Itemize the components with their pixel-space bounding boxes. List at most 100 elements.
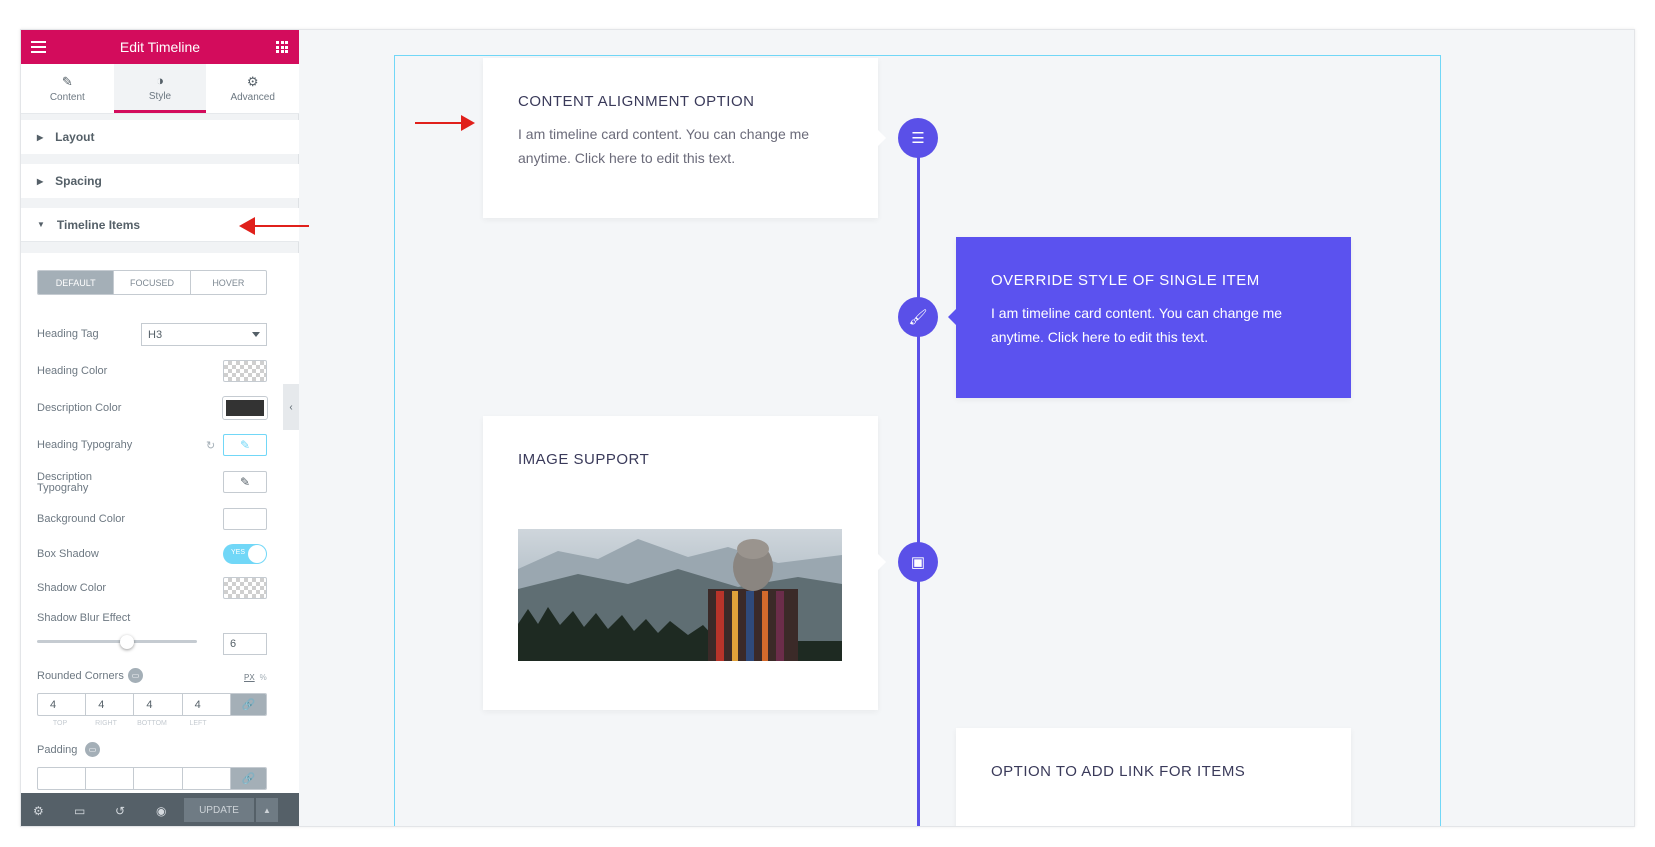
box-shadow-label: Box Shadow [37,548,99,560]
image-icon[interactable]: ▣ [898,542,938,582]
corner-bottom-label: BOTTOM [137,720,167,727]
corner-top-input[interactable]: 4 [38,694,87,715]
panel-header: Edit Timeline [21,30,299,64]
background-color-label: Background Color [37,513,126,525]
widgets-grid-icon[interactable] [276,41,288,53]
link-values-icon[interactable]: 🔗 [230,768,266,789]
tab-content[interactable]: ✎ Content [21,64,114,113]
box-shadow-toggle[interactable]: YES [223,544,267,564]
padding-label: Padding [37,744,78,756]
corner-bottom-input[interactable]: 4 [134,694,183,715]
align-left-icon[interactable]: ☰ [898,118,938,158]
timeline-card[interactable]: IMAGE SUPPORT [483,416,878,710]
heading-tag-value: H3 [148,328,163,341]
tab-style-label: Style [148,90,172,102]
annotation-arrow-head [239,217,255,235]
timeline-card-title: IMAGE SUPPORT [518,451,650,468]
mountain-landscape-image [518,539,842,661]
tab-advanced[interactable]: ⚙ Advanced [206,64,299,113]
padding-bottom-input[interactable] [134,768,183,789]
timeline-card[interactable]: CONTENT ALIGNMENT OPTION I am timeline c… [483,58,878,218]
unit-px[interactable]: PX [244,673,255,682]
hamburger-menu-icon[interactable] [31,41,46,53]
card-pointer [878,554,886,570]
editor-window: Edit Timeline ✎ Content ◑ Style ⚙ Advanc… [20,29,1635,827]
collapse-panel-icon[interactable]: ‹ [283,384,299,430]
state-focused-tab[interactable]: FOCUSED [114,271,191,294]
caret-down-icon: ▼ [37,220,45,229]
timeline-card-image [518,529,842,661]
card-pointer [948,309,956,325]
corner-right-input[interactable]: 4 [86,694,135,715]
section-spacing-label: Spacing [55,174,102,188]
unit-percent[interactable]: % [260,673,267,682]
corner-top-label: TOP [52,720,68,727]
responsive-mode-icon[interactable]: ▭ [74,804,115,818]
padding-inputs: 🔗 [37,767,267,790]
description-typography-edit-button[interactable]: ✎ [223,471,267,493]
link-values-icon[interactable]: 🔗 [230,694,266,715]
section-timeline-items-label: Timeline Items [56,217,141,232]
timeline-items-controls: DEFAULT FOCUSED HOVER Heading Tag H3 Hea… [21,253,299,793]
state-switcher: DEFAULT FOCUSED HOVER [37,270,267,295]
pencil-icon: ✎ [239,438,251,452]
caret-right-icon: ▶ [37,176,44,186]
rounded-corners-inputs: 4 4 4 4 🔗 [37,693,267,716]
gear-icon: ⚙ [246,74,259,89]
timeline-card-text: I am timeline card content. You can chan… [518,126,810,166]
shadow-blur-slider[interactable] [37,640,197,643]
shadow-blur-label: Shadow Blur Effect [37,612,131,624]
description-color-label: Description Color [37,402,122,414]
shadow-blur-slider-handle[interactable] [120,635,134,649]
brush-icon[interactable]: 🖌 [898,297,938,337]
heading-tag-select[interactable]: H3 [141,323,267,346]
responsive-desktop-icon[interactable]: ▭ [85,742,100,757]
rounded-corners-label: Rounded Corners [37,670,124,682]
timeline-card[interactable]: OPTION TO ADD LINK FOR ITEMS [956,728,1351,826]
chevron-up-icon[interactable]: ▲ [256,798,278,822]
toggle-knob [248,545,266,563]
reset-icon[interactable]: ↻ [206,439,215,452]
settings-icon[interactable]: ⚙ [33,804,74,818]
caret-right-icon: ▶ [37,132,44,142]
shadow-blur-input[interactable]: 6 [223,633,267,655]
heading-color-picker[interactable] [223,360,267,382]
description-typography-label: Description Typograhy [37,471,93,494]
units-selector[interactable]: PX% [244,673,267,682]
section-spacing[interactable]: ▶ Spacing [21,164,299,198]
description-color-picker[interactable] [222,396,268,420]
preview-canvas: CONTENT ALIGNMENT OPTION I am timeline c… [299,30,1634,826]
annotation-arrow [415,122,467,124]
timeline-card-title: OPTION TO ADD LINK FOR ITEMS [991,763,1246,780]
corner-left-input[interactable]: 4 [183,694,231,715]
heading-typography-label: Heading Typograhy [37,439,133,451]
timeline-card-highlighted[interactable]: OVERRIDE STYLE OF SINGLE ITEM I am timel… [956,237,1351,398]
pencil-icon: ✎ [61,74,73,89]
section-layout-label: Layout [55,130,95,144]
annotation-arrow-head [461,115,475,131]
heading-typography-edit-button[interactable]: ✎ [223,434,267,456]
heading-color-label: Heading Color [37,365,108,377]
shadow-blur-value: 6 [230,638,237,650]
history-icon[interactable]: ↺ [115,804,156,818]
section-layout[interactable]: ▶ Layout [21,120,299,154]
timeline-line [917,135,920,826]
responsive-desktop-icon[interactable]: ▭ [128,668,143,683]
card-pointer [878,130,886,146]
background-color-picker[interactable] [223,508,267,530]
corner-right-label: RIGHT [95,720,117,727]
tab-style[interactable]: ◑ Style [113,64,207,113]
padding-top-input[interactable] [38,768,87,789]
panel-title: Edit Timeline [119,39,201,55]
panel-footer: ⚙ ▭ ↺ ◉ UPDATE ▲ [21,793,299,826]
panel-tabs: ✎ Content ◑ Style ⚙ Advanced [21,64,299,114]
box-shadow-toggle-text: YES [231,549,246,556]
state-hover-tab[interactable]: HOVER [191,271,266,294]
corner-labels: TOP RIGHT BOTTOM LEFT [37,720,221,727]
timeline-card-title: CONTENT ALIGNMENT OPTION [518,93,755,110]
update-button[interactable]: UPDATE [184,798,254,822]
padding-left-input[interactable] [183,768,231,789]
shadow-color-picker[interactable] [223,577,267,599]
padding-right-input[interactable] [86,768,135,789]
state-default-tab[interactable]: DEFAULT [38,271,115,294]
